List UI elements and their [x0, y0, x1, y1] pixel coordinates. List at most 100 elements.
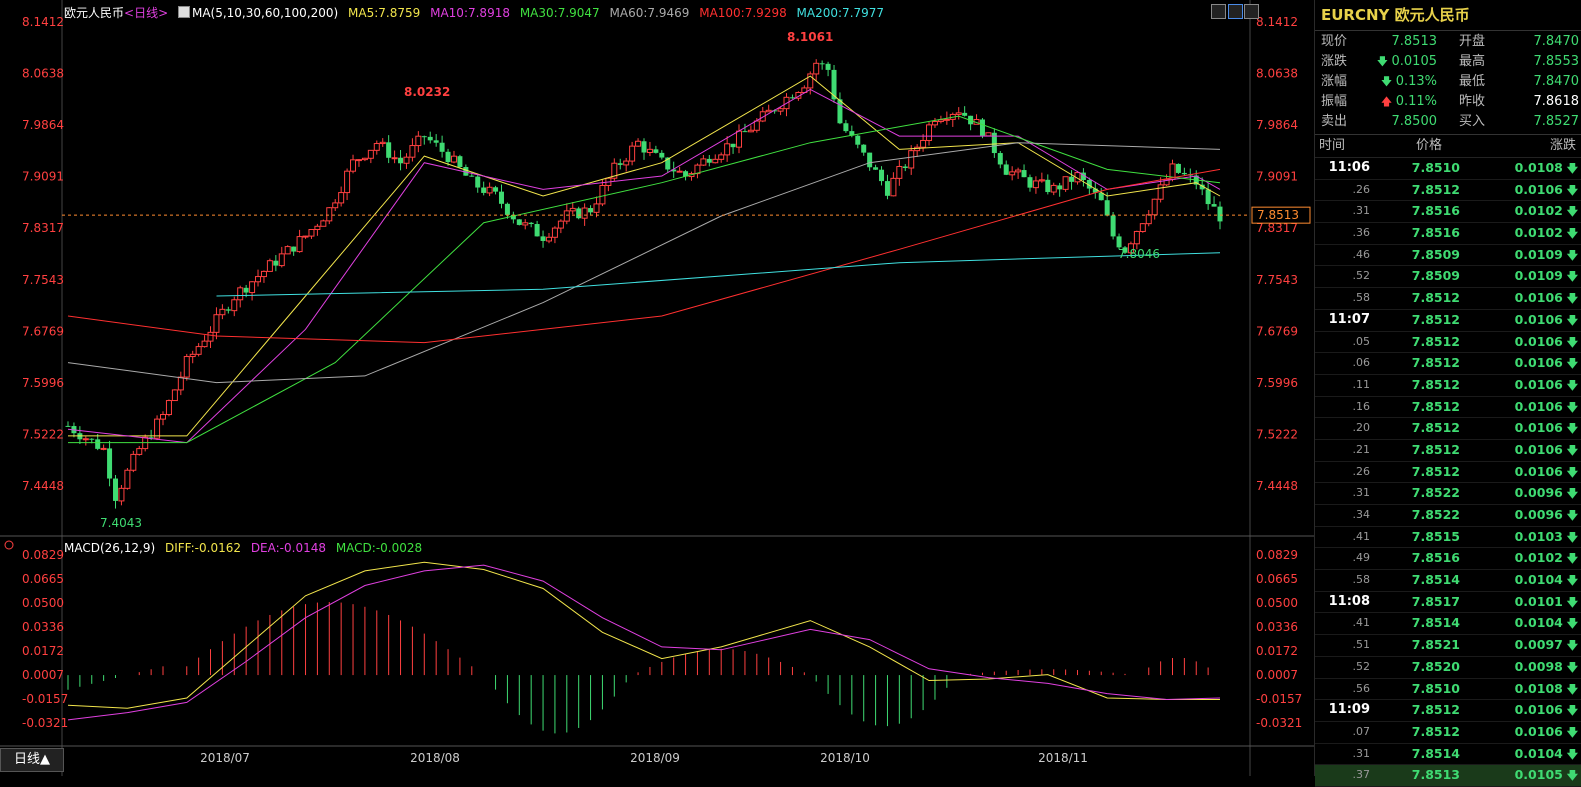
tick-row[interactable]: .36 7.8516 0.0102 🡇 [1315, 223, 1581, 245]
macd-tick-right: 0.0336 [1256, 620, 1298, 634]
arrow-down-icon: 🡇 [1380, 75, 1396, 88]
ma5-value: MA5:7.8759 [348, 6, 421, 20]
arrow-down-icon: 🡇 [1562, 682, 1578, 696]
tick-row[interactable]: .16 7.8512 0.0106 🡇 [1315, 397, 1581, 419]
candle-body [433, 140, 439, 143]
ma-icon[interactable] [177, 6, 190, 18]
kline-chart-area[interactable]: 8.1412 8.1412 8.0638 8.0638 7.9864 7.9864 7.90… [0, 0, 1314, 776]
quote-value: 7.8553 [1533, 54, 1580, 69]
tick-row[interactable]: 11:09 7.8512 0.0106 🡇 [1315, 700, 1581, 722]
quote-title: EURCNY 欧元人民币 [1315, 0, 1581, 31]
arrow-down-icon: 🡇 [1562, 530, 1578, 544]
period-label[interactable]: <日线> [124, 6, 168, 20]
candle-body [534, 224, 540, 237]
tick-change: 0.0104 🡇 [1514, 572, 1578, 588]
candle-body [95, 439, 101, 449]
tick-price: 7.8512 [1411, 355, 1460, 371]
tick-row[interactable]: .21 7.8512 0.0106 🡇 [1315, 440, 1581, 462]
tick-row[interactable]: .52 7.8520 0.0098 🡇 [1315, 657, 1581, 679]
tick-row[interactable]: .05 7.8512 0.0106 🡇 [1315, 332, 1581, 354]
tick-row[interactable]: .37 7.8513 0.0105 🡇 [1315, 765, 1581, 787]
tick-row[interactable]: .58 7.8514 0.0104 🡇 [1315, 570, 1581, 592]
candle-body [189, 353, 196, 358]
tick-change: 0.0106 🡇 [1514, 441, 1578, 457]
candle-body [855, 135, 861, 145]
candle-body [1027, 177, 1033, 188]
tick-row[interactable]: 11:07 7.8512 0.0106 🡇 [1315, 310, 1581, 332]
tick-change: 0.0109 🡇 [1514, 246, 1578, 262]
quote-value: 7.8618 [1533, 94, 1580, 109]
macd-title: MACD(26,12,9) [64, 541, 156, 555]
tick-row[interactable]: 11:08 7.8517 0.0101 🡇 [1315, 592, 1581, 614]
tick-row[interactable]: .31 7.8516 0.0102 🡇 [1315, 201, 1581, 224]
candle-body [576, 208, 582, 219]
expand-icon[interactable] [1228, 4, 1243, 19]
tick-row[interactable]: .07 7.8512 0.0106 🡇 [1315, 722, 1581, 744]
tick-time: .16 [1352, 399, 1371, 413]
settings-icon[interactable] [1211, 4, 1226, 19]
arrow-down-icon: 🡇 [1562, 487, 1578, 501]
tick-row[interactable]: .49 7.8516 0.0102 🡇 [1315, 548, 1581, 571]
candle-body [926, 124, 933, 141]
tick-row[interactable]: .34 7.8522 0.0096 🡇 [1315, 505, 1581, 527]
arrow-down-icon: 🡇 [1562, 617, 1578, 631]
tick-row[interactable]: .46 7.8509 0.0109 🡇 [1315, 245, 1581, 267]
tick-row[interactable]: .41 7.8515 0.0103 🡇 [1315, 527, 1581, 549]
symbol-title: 欧元人民币 [64, 6, 125, 20]
tick-time: .26 [1352, 182, 1371, 196]
macd-tick-right: 0.0829 [1256, 548, 1298, 562]
quote-row: 现价 7.8513 开盘 7.8470 [1315, 32, 1581, 52]
price-tick-right: 7.9091 [1256, 170, 1298, 184]
candle-body [551, 227, 558, 238]
candle-body [260, 270, 267, 278]
tick-row[interactable]: .56 7.8510 0.0108 🡇 [1315, 679, 1581, 701]
tick-price: 7.8510 [1411, 160, 1460, 175]
candle-body [100, 447, 107, 450]
tick-row[interactable]: .31 7.8514 0.0104 🡇 [1315, 744, 1581, 766]
quote-key: 涨跌 [1321, 54, 1348, 69]
tick-row[interactable]: .26 7.8512 0.0106 🡇 [1315, 462, 1581, 484]
tick-price: 7.8515 [1411, 528, 1460, 544]
close-icon[interactable] [1244, 4, 1259, 19]
tick-row[interactable]: 11:06 7.8510 0.0108 🡇 [1315, 158, 1581, 180]
tick-row[interactable]: .58 7.8512 0.0106 🡇 [1315, 288, 1581, 310]
candle-body [1104, 200, 1110, 216]
candle-body [177, 376, 184, 391]
candle-body [937, 119, 944, 123]
price-tick-left: 8.1412 [22, 15, 64, 29]
tick-list[interactable]: 11:06 7.8510 0.0108 🡇 .26 7.8512 0.0106 🡇… [1315, 158, 1581, 787]
arrow-down-icon: 🡇 [1562, 378, 1578, 392]
candle-body [676, 170, 683, 173]
tick-price: 7.8512 [1411, 181, 1460, 197]
tick-row[interactable]: .11 7.8512 0.0106 🡇 [1315, 375, 1581, 397]
tick-row[interactable]: .31 7.8522 0.0096 🡇 [1315, 483, 1581, 505]
kline-chart[interactable]: 8.1412 8.1412 8.0638 8.0638 7.9864 7.9864 7.90… [0, 0, 1314, 776]
candle-body [1032, 180, 1039, 189]
tick-change: 0.0108 🡇 [1514, 680, 1578, 696]
candle-body [1021, 170, 1027, 178]
price-tick-right: 7.7543 [1256, 273, 1298, 287]
candle-body [398, 157, 404, 164]
tick-row[interactable]: .06 7.8512 0.0106 🡇 [1315, 353, 1581, 375]
tick-price: 7.8516 [1411, 225, 1460, 241]
tick-price: 7.8522 [1411, 507, 1460, 522]
tick-time: .05 [1352, 334, 1371, 348]
tick-change: 0.0106 🡇 [1514, 311, 1578, 327]
candle-body [730, 143, 736, 148]
tick-row[interactable]: .41 7.8514 0.0104 🡇 [1315, 613, 1581, 636]
candle-body [225, 309, 231, 311]
tick-row[interactable]: .51 7.8521 0.0097 🡇 [1315, 635, 1581, 657]
quote-key: 卖出 [1321, 114, 1348, 129]
tick-price: 7.8520 [1411, 658, 1460, 674]
price-tick-right: 7.6769 [1256, 324, 1298, 338]
macd-tick-right: -0.0321 [1256, 716, 1302, 730]
ma100-value: MA100:7.9298 [699, 6, 787, 20]
quote-value: 7.8527 [1533, 114, 1580, 129]
tick-row[interactable]: .52 7.8509 0.0109 🡇 [1315, 266, 1581, 289]
tick-time: 11:08 [1328, 593, 1370, 609]
tick-row[interactable]: .20 7.8512 0.0106 🡇 [1315, 418, 1581, 440]
period-tab-daily[interactable]: 日线▲ [0, 748, 64, 772]
arrow-down-icon: 🡇 [1562, 704, 1578, 718]
tick-row[interactable]: .26 7.8512 0.0106 🡇 [1315, 180, 1581, 202]
candle-body [1003, 164, 1009, 175]
